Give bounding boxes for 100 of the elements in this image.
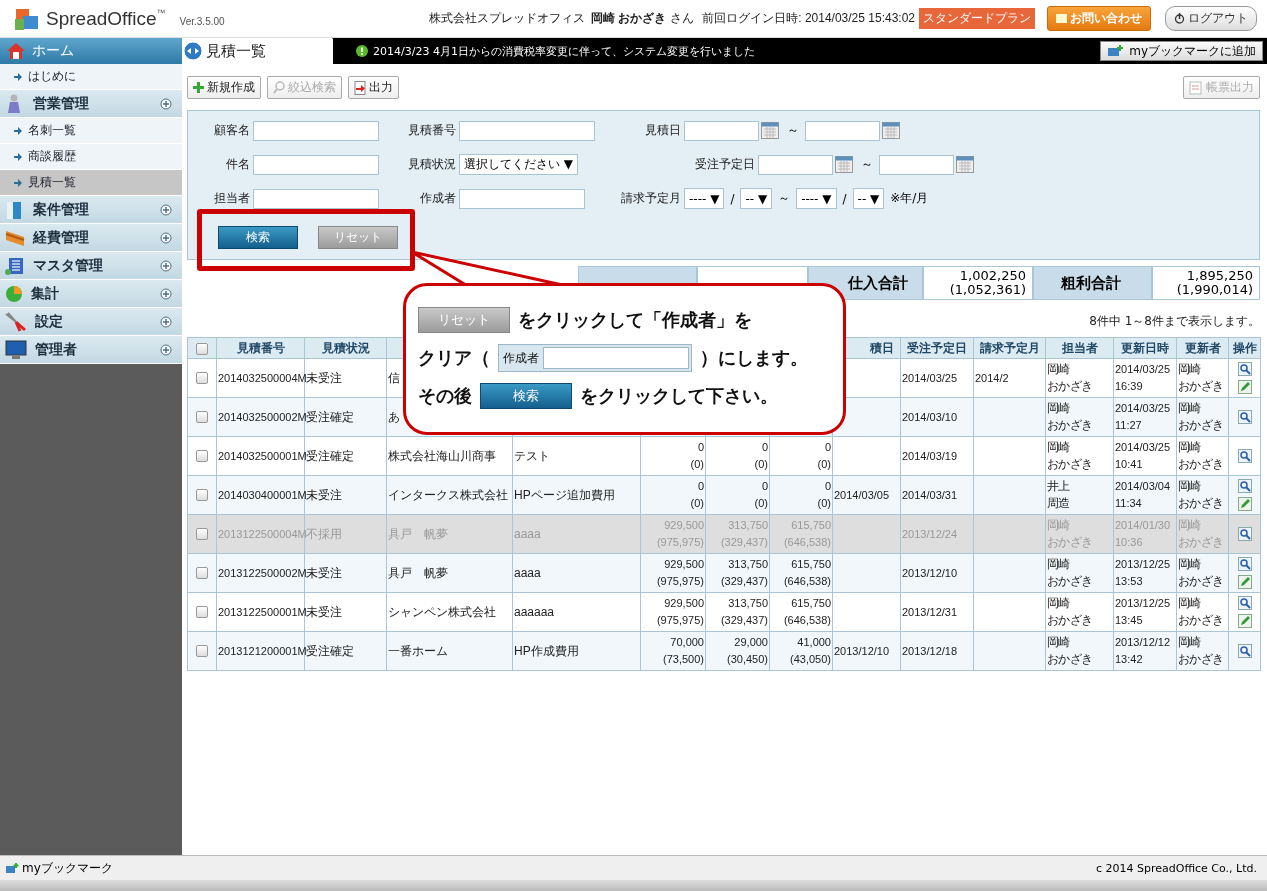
- notice-text: 2014/3/23 4月1日からの消費税率変更に伴って、システム変更を行いました: [373, 43, 755, 59]
- table-cell-text: 岡崎: [1178, 361, 1202, 378]
- table-cell: 2014/03/25 10:41: [1113, 436, 1177, 476]
- sidebar-group[interactable]: マスタ管理: [0, 252, 182, 280]
- user-name: 岡崎 おかざき: [590, 10, 667, 27]
- table-cell: 615,750 (646,538): [769, 592, 833, 632]
- sidebar-group[interactable]: 案件管理: [0, 196, 182, 224]
- table-cell: 615,750 (646,538): [769, 514, 833, 554]
- field-label: 受注予定日: [694, 156, 757, 173]
- copyright: c 2014 SpreadOffice Co., Ltd.: [1096, 861, 1257, 875]
- table-cell: 2013/12/25 13:53: [1113, 553, 1177, 593]
- month-dropdown[interactable]: ---- ▼: [796, 188, 837, 209]
- table-cell: 2013/12/24: [900, 514, 974, 554]
- table-cell: 2014/03/05: [832, 475, 901, 515]
- table-cell-text: 岡崎: [1047, 400, 1071, 417]
- plan-badge: スタンダードプラン: [919, 8, 1035, 29]
- bookmark-button[interactable]: myブックマークに追加: [1100, 41, 1263, 61]
- table-cell: 41,000 (43,050): [769, 631, 833, 671]
- sidebar-group[interactable]: 集計: [0, 280, 182, 308]
- table-cell: 929,500 (975,975): [640, 514, 706, 554]
- logout-button[interactable]: ログアウト: [1165, 6, 1257, 31]
- table-cell: 2013/12/18: [900, 631, 974, 671]
- sidebar-group[interactable]: 経費管理: [0, 224, 182, 252]
- table-cell: aaaaaa: [512, 592, 641, 632]
- summary-value: 1,895,250 (1,990,014): [1152, 266, 1260, 300]
- table-cell: 2013122500001M: [216, 592, 305, 632]
- column-header: 更新日時: [1113, 337, 1177, 359]
- table-cell: 615,750 (646,538): [769, 553, 833, 593]
- last-login: 前回ログイン日時: 2014/03/25 15:43:02: [702, 10, 915, 27]
- table-cell-text: 岡崎: [1178, 556, 1202, 573]
- status-dropdown[interactable]: 選択してください ▼: [459, 154, 579, 175]
- field-label: 担当者: [213, 190, 251, 207]
- column-header: 見積状況: [304, 337, 387, 359]
- author-field-sample: 作成者: [498, 344, 692, 372]
- search-button-sample: 検索: [480, 383, 572, 409]
- table-cell-text: おかざき: [1178, 534, 1225, 551]
- sidebar-item[interactable]: 商談履歴: [0, 144, 182, 170]
- sidebar-item[interactable]: 見積一覧: [0, 170, 182, 196]
- table-cell-text: 岡崎: [1047, 634, 1071, 651]
- month-dropdown[interactable]: -- ▼: [852, 188, 885, 209]
- table-cell: 0 (0): [705, 436, 770, 476]
- table-cell: 2014/03/25 11:27: [1113, 397, 1177, 437]
- table-cell: 29,000 (30,450): [705, 631, 770, 671]
- table-cell: aaaa: [512, 514, 641, 554]
- table-cell-text: 岡崎: [1178, 517, 1202, 534]
- month-dropdown[interactable]: -- ▼: [740, 188, 773, 209]
- table-cell: 0 (0): [640, 475, 706, 515]
- table-cell-text: 岡崎: [1178, 439, 1202, 456]
- table-cell: 313,750 (329,437): [705, 592, 770, 632]
- table-cell-text: 岡崎: [1178, 478, 1202, 495]
- table-cell: 2014/03/25 16:39: [1113, 358, 1177, 398]
- table-cell: 2013/12/10: [832, 631, 901, 671]
- table-cell: 0 (0): [769, 475, 833, 515]
- toolbar-button[interactable]: 新規作成: [187, 76, 261, 99]
- sidebar-item[interactable]: 名刺一覧: [0, 118, 182, 144]
- table-cell: 2014/03/25: [900, 358, 974, 398]
- sidebar-group[interactable]: 管理者: [0, 336, 182, 364]
- callout-text: をクリックして「作成者」を: [518, 308, 752, 332]
- table-row[interactable]: 2013122500002M未受注 具戸 帆夢 aaaa 929,500 (975,975) 313,750 (329,437) 615,750 (646,538) 2013/12/10 岡崎 おかざき 2013/12/25 13:53 岡崎 おかざき: [187, 553, 1261, 593]
- table-cell-text: 周造: [1047, 495, 1071, 512]
- range-separator: ～: [778, 190, 791, 207]
- table-row[interactable]: 2014032500001M受注確定 株式会社海山川商事 テスト 0 (0) 0 (0) 0 (0) 2014/03/19 岡崎 おかざき 2014/03/25 10:41 岡崎 おかざき: [187, 436, 1261, 476]
- range-separator: ～: [861, 156, 874, 173]
- column-header: 担当者: [1045, 337, 1114, 359]
- table-cell-text: 岡崎: [1047, 556, 1071, 573]
- table-cell: 313,750 (329,437): [705, 553, 770, 593]
- table-cell-text: 岡崎: [1047, 517, 1071, 534]
- table-cell: 2014/03/04 11:34: [1113, 475, 1177, 515]
- bookmark-bar[interactable]: myブックマーク: [6, 859, 113, 877]
- table-row[interactable]: 2013122500001M未受注 シャンペン株式会社 aaaaaa 929,500 (975,975) 313,750 (329,437) 615,750 (646,538) 2013/12/31 岡崎 おかざき 2013/12/25 13:45 岡崎 おかざき: [187, 592, 1261, 632]
- table-cell-text: 岡崎: [1178, 634, 1202, 651]
- sidebar-group[interactable]: 設定: [0, 308, 182, 336]
- search-button[interactable]: 検索: [218, 226, 298, 249]
- table-cell: 一番ホーム: [386, 631, 513, 671]
- table-cell: HPページ追加費用: [512, 475, 641, 515]
- toolbar-button[interactable]: 出力: [348, 76, 399, 99]
- trademark: ™: [156, 8, 166, 18]
- table-cell: 2013121200001M: [216, 631, 305, 671]
- table-cell-text: おかざき: [1047, 378, 1094, 395]
- table-cell: 2013/12/12 13:42: [1113, 631, 1177, 671]
- table-cell-text: 岡崎: [1178, 400, 1202, 417]
- reset-button-sample: リセット: [418, 307, 510, 333]
- table-cell: HP作成費用: [512, 631, 641, 671]
- table-cell-text: おかざき: [1178, 651, 1225, 668]
- table-cell: 2013/12/25 13:45: [1113, 592, 1177, 632]
- table-cell: 具戸 帆夢: [386, 553, 513, 593]
- table-cell: シャンペン株式会社: [386, 592, 513, 632]
- table-cell-text: おかざき: [1178, 495, 1225, 512]
- table-cell-text: おかざき: [1178, 573, 1225, 590]
- table-cell: 0 (0): [769, 436, 833, 476]
- table-cell: 2013/12/10: [900, 553, 974, 593]
- column-header: 受注予定日: [900, 337, 974, 359]
- sidebar-group[interactable]: 営業管理: [0, 90, 182, 118]
- table-cell: 70,000 (73,500): [640, 631, 706, 671]
- table-cell: 2014032500002M: [216, 397, 305, 437]
- month-dropdown[interactable]: ---- ▼: [684, 188, 725, 209]
- table-cell: テスト: [512, 436, 641, 476]
- sidebar-item[interactable]: はじめに: [0, 64, 182, 90]
- table-cell: 2014/03/31: [900, 475, 974, 515]
- sidebar-home[interactable]: ホーム: [0, 38, 182, 64]
